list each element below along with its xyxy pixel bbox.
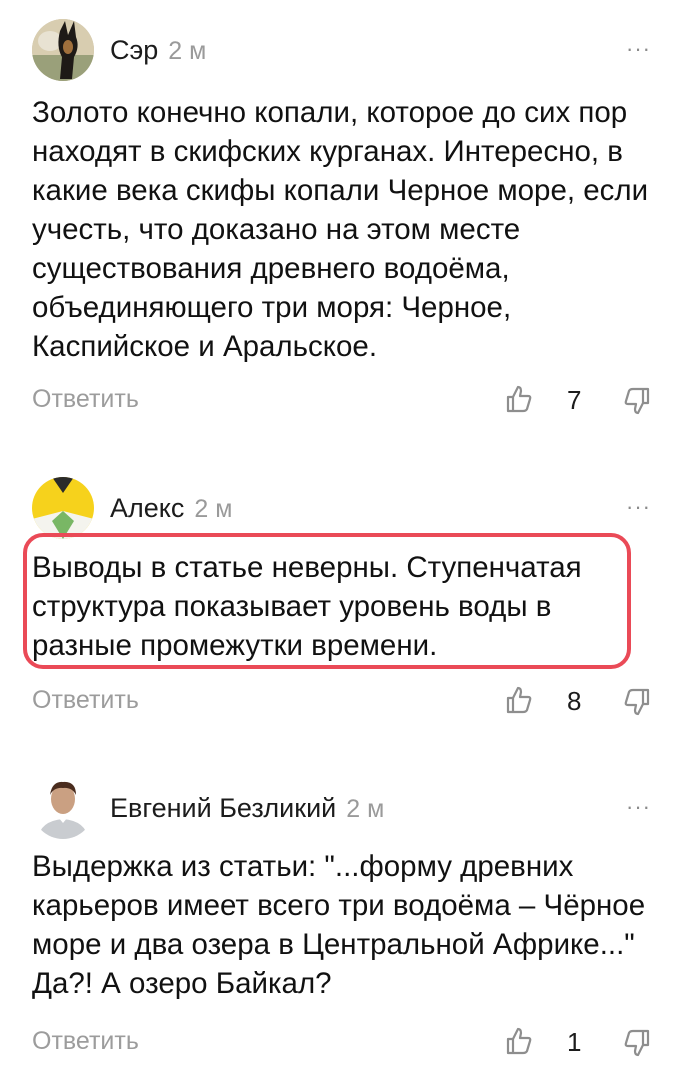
highlight-frame xyxy=(23,533,631,669)
author-name[interactable]: Алекс 2 м xyxy=(110,493,232,524)
reply-button[interactable]: Ответить xyxy=(32,1027,139,1056)
dislike-icon[interactable] xyxy=(622,386,652,416)
author-name[interactable]: Евгений Безликий 2 м xyxy=(110,793,384,824)
avatar[interactable] xyxy=(32,19,94,81)
geometric-avatar-icon xyxy=(32,477,94,539)
like-icon[interactable] xyxy=(504,384,534,414)
more-options-icon[interactable]: ··· xyxy=(626,796,651,818)
avatar[interactable] xyxy=(32,777,94,839)
comment-item: Сэр 2 м ··· Золото конечно копали, которо… xyxy=(0,0,700,440)
dog-photo-avatar-icon xyxy=(32,19,94,81)
comment-time: 2 м xyxy=(346,795,385,823)
comment-item: Евгений Безликий 2 м ··· Выдержка из стат… xyxy=(0,740,700,1081)
more-options-icon[interactable]: ··· xyxy=(626,496,651,518)
like-count: 1 xyxy=(567,1027,582,1057)
like-count: 7 xyxy=(567,385,582,415)
comment-text: Выдержка из статьи: "...форму древних ка… xyxy=(32,850,646,1000)
reply-button[interactable]: Ответить xyxy=(32,385,139,414)
avatar[interactable] xyxy=(32,477,94,539)
more-options-icon[interactable]: ··· xyxy=(626,38,651,60)
author-name[interactable]: Сэр 2 м xyxy=(110,35,206,66)
dislike-icon[interactable] xyxy=(622,1028,652,1058)
comment-time: 2 м xyxy=(194,495,233,523)
reply-button[interactable]: Ответить xyxy=(32,686,139,715)
like-count: 8 xyxy=(567,686,582,716)
comment-text: Золото конечно копали, которое до сих по… xyxy=(32,96,649,363)
like-icon[interactable] xyxy=(504,685,534,715)
person-avatar-icon xyxy=(32,777,94,839)
like-icon[interactable] xyxy=(504,1026,534,1056)
comment-time: 2 м xyxy=(168,37,207,65)
dislike-icon[interactable] xyxy=(622,687,652,717)
